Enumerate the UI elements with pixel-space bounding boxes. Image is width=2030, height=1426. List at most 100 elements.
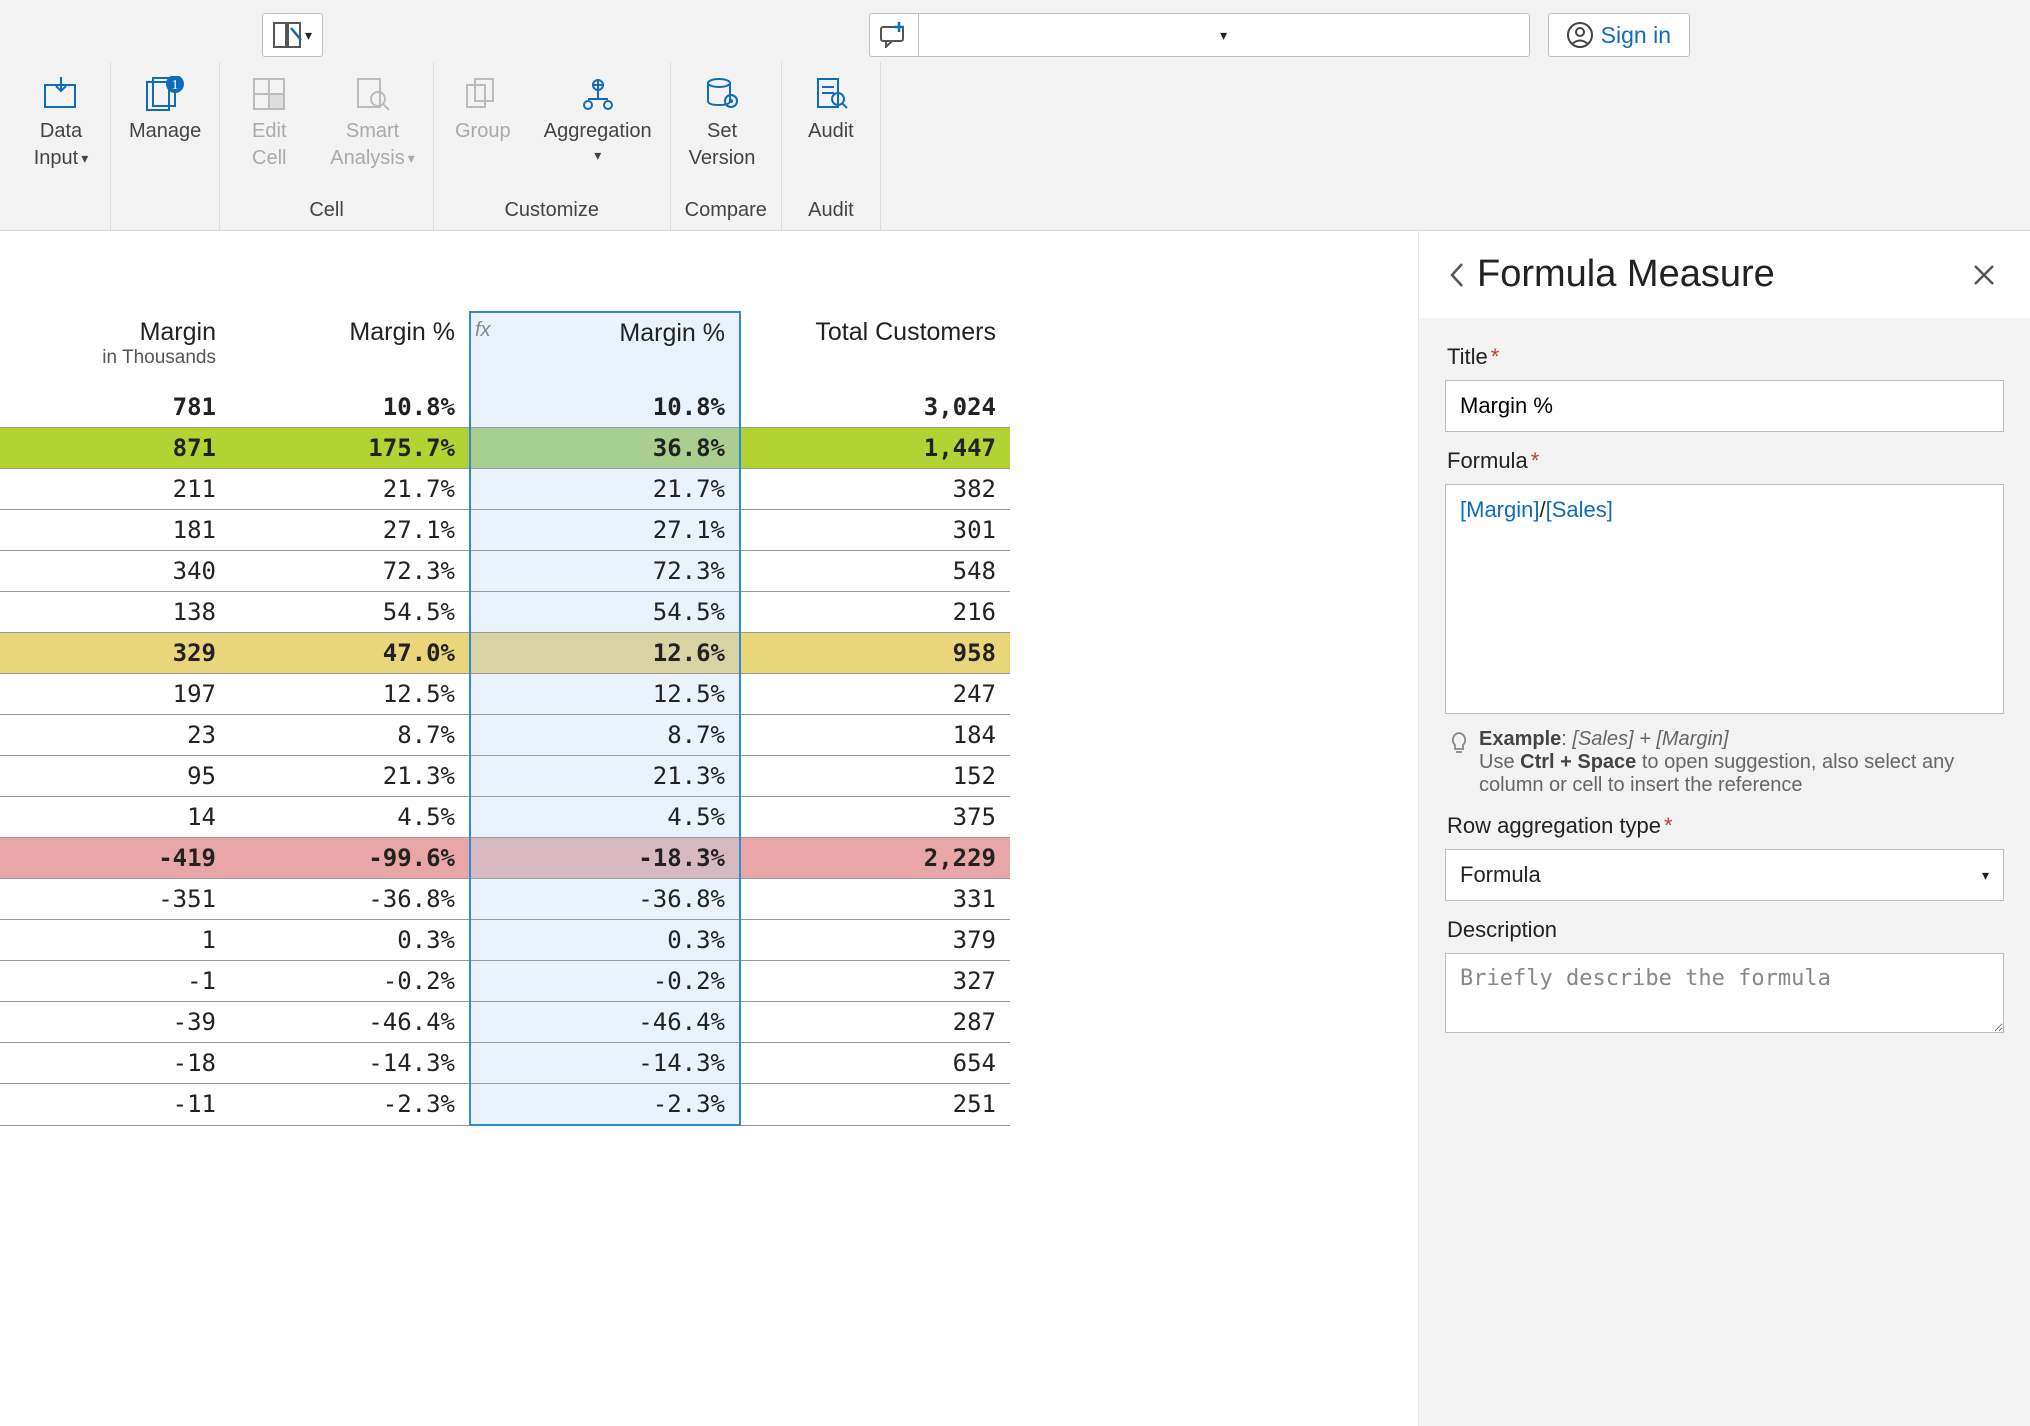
table-row[interactable]: -1-0.2%-0.2%327	[0, 961, 1010, 1002]
table-cell[interactable]: -2.3%	[230, 1084, 470, 1126]
aggregation-button[interactable]: Aggregation ▾	[540, 66, 656, 170]
table-cell[interactable]: 54.5%	[230, 592, 470, 633]
table-cell[interactable]: 247	[740, 674, 1010, 715]
table-row[interactable]: -351-36.8%-36.8%331	[0, 879, 1010, 920]
table-row[interactable]: -11-2.3%-2.3%251	[0, 1084, 1010, 1126]
table-cell[interactable]: 871	[0, 428, 230, 469]
formula-input[interactable]: [Margin]/[Sales]	[1445, 484, 2004, 714]
table-cell[interactable]: 379	[740, 920, 1010, 961]
audit-button[interactable]: Audit	[796, 66, 866, 176]
table-row[interactable]: -18-14.3%-14.3%654	[0, 1043, 1010, 1084]
title-input[interactable]	[1445, 380, 2004, 432]
table-cell[interactable]: 340	[0, 551, 230, 592]
table-cell[interactable]: 36.8%	[470, 428, 740, 469]
description-input[interactable]	[1445, 953, 2004, 1033]
table-cell[interactable]: 0.3%	[470, 920, 740, 961]
table-cell[interactable]: 95	[0, 756, 230, 797]
table-cell[interactable]: 0.3%	[230, 920, 470, 961]
col-total-customers-header[interactable]: Total Customers	[740, 312, 1010, 387]
table-row[interactable]: 10.3%0.3%379	[0, 920, 1010, 961]
table-cell[interactable]: -14.3%	[230, 1043, 470, 1084]
table-cell[interactable]: 216	[740, 592, 1010, 633]
table-row[interactable]: 19712.5%12.5%247	[0, 674, 1010, 715]
table-cell[interactable]: 12.5%	[230, 674, 470, 715]
table-cell[interactable]: -419	[0, 838, 230, 879]
table-cell[interactable]: 47.0%	[230, 633, 470, 674]
data-input-button[interactable]: Data Input▾	[26, 66, 96, 176]
table-cell[interactable]: 21.7%	[230, 469, 470, 510]
table-row[interactable]: 13854.5%54.5%216	[0, 592, 1010, 633]
close-button[interactable]	[1964, 255, 2004, 295]
table-cell[interactable]: 1,447	[740, 428, 1010, 469]
table-cell[interactable]: 548	[740, 551, 1010, 592]
table-cell[interactable]: 1	[0, 920, 230, 961]
table-cell[interactable]: 654	[740, 1043, 1010, 1084]
table-cell[interactable]: -351	[0, 879, 230, 920]
table-cell[interactable]: 27.1%	[470, 510, 740, 551]
table-cell[interactable]: 8.7%	[470, 715, 740, 756]
table-cell[interactable]: -36.8%	[230, 879, 470, 920]
table-cell[interactable]: 3,024	[740, 387, 1010, 428]
table-row[interactable]: 32947.0%12.6%958	[0, 633, 1010, 674]
col-margin-header[interactable]: Margin in Thousands	[0, 312, 230, 387]
signin-button[interactable]: Sign in	[1548, 13, 1690, 57]
comment-button[interactable]	[869, 13, 918, 57]
table-cell[interactable]: 781	[0, 387, 230, 428]
table-cell[interactable]: 958	[740, 633, 1010, 674]
table-cell[interactable]: 2,229	[740, 838, 1010, 879]
table-row[interactable]: 238.7%8.7%184	[0, 715, 1010, 756]
table-cell[interactable]: 175.7%	[230, 428, 470, 469]
table-row[interactable]: -39-46.4%-46.4%287	[0, 1002, 1010, 1043]
layout-toggle-button[interactable]: ▾	[262, 13, 323, 57]
table-cell[interactable]: 184	[740, 715, 1010, 756]
table-cell[interactable]: 10.8%	[230, 387, 470, 428]
table-row[interactable]: 21121.7%21.7%382	[0, 469, 1010, 510]
table-cell[interactable]: -0.2%	[230, 961, 470, 1002]
table-cell[interactable]: -2.3%	[470, 1084, 740, 1126]
table-cell[interactable]: 287	[740, 1002, 1010, 1043]
table-cell[interactable]: -0.2%	[470, 961, 740, 1002]
table-row[interactable]: 18127.1%27.1%301	[0, 510, 1010, 551]
set-version-button[interactable]: Set Version	[685, 66, 760, 176]
table-cell[interactable]: 382	[740, 469, 1010, 510]
table-cell[interactable]: -18.3%	[470, 838, 740, 879]
table-row[interactable]: 78110.8%10.8%3,024	[0, 387, 1010, 428]
table-row[interactable]: 144.5%4.5%375	[0, 797, 1010, 838]
table-cell[interactable]: 12.5%	[470, 674, 740, 715]
table-cell[interactable]: 12.6%	[470, 633, 740, 674]
manage-button[interactable]: 1 Manage	[125, 66, 205, 176]
table-cell[interactable]: -46.4%	[230, 1002, 470, 1043]
table-row[interactable]: 34072.3%72.3%548	[0, 551, 1010, 592]
table-cell[interactable]: 4.5%	[470, 797, 740, 838]
table-cell[interactable]: -11	[0, 1084, 230, 1126]
table-cell[interactable]: 181	[0, 510, 230, 551]
table-cell[interactable]: 54.5%	[470, 592, 740, 633]
table-cell[interactable]: 251	[740, 1084, 1010, 1126]
rowagg-select[interactable]: Formula ▾	[1445, 849, 2004, 901]
table-cell[interactable]: 211	[0, 469, 230, 510]
table-cell[interactable]: -1	[0, 961, 230, 1002]
table-cell[interactable]: 4.5%	[230, 797, 470, 838]
table-cell[interactable]: 375	[740, 797, 1010, 838]
table-cell[interactable]: 138	[0, 592, 230, 633]
table-cell[interactable]: 301	[740, 510, 1010, 551]
table-row[interactable]: -419-99.6%-18.3%2,229	[0, 838, 1010, 879]
table-cell[interactable]: 27.1%	[230, 510, 470, 551]
comment-dropdown[interactable]: ▾	[918, 13, 1530, 57]
table-cell[interactable]: 21.3%	[470, 756, 740, 797]
table-cell[interactable]: -99.6%	[230, 838, 470, 879]
table-cell[interactable]: 72.3%	[230, 551, 470, 592]
table-row[interactable]: 871175.7%36.8%1,447	[0, 428, 1010, 469]
table-cell[interactable]: -18	[0, 1043, 230, 1084]
table-cell[interactable]: 72.3%	[470, 551, 740, 592]
table-cell[interactable]: -14.3%	[470, 1043, 740, 1084]
table-cell[interactable]: 327	[740, 961, 1010, 1002]
comment-split-button[interactable]: ▾	[869, 13, 1530, 57]
back-button[interactable]	[1437, 255, 1477, 295]
table-cell[interactable]: 331	[740, 879, 1010, 920]
table-cell[interactable]: -36.8%	[470, 879, 740, 920]
table-cell[interactable]: 23	[0, 715, 230, 756]
table-row[interactable]: 9521.3%21.3%152	[0, 756, 1010, 797]
data-table[interactable]: Margin in Thousands Margin % fx Margin %…	[0, 311, 1010, 1126]
table-cell[interactable]: -46.4%	[470, 1002, 740, 1043]
